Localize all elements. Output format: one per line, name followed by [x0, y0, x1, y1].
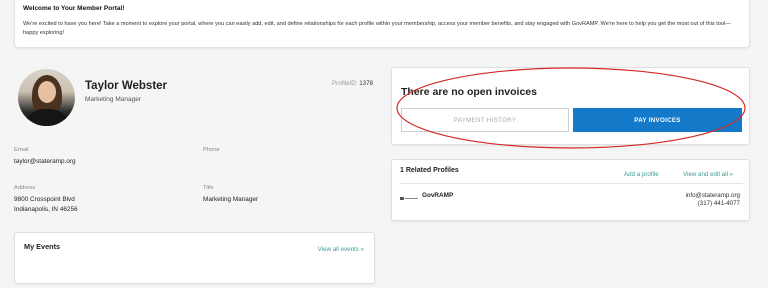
related-profiles-title: 1 Related Profiles — [400, 167, 459, 174]
events-card: My Events View all events » — [14, 232, 375, 284]
welcome-body: We're excited to have you here! Take a m… — [23, 21, 731, 36]
govramp-logo-icon — [400, 197, 418, 200]
profile-id-value: 1378 — [359, 80, 373, 87]
view-all-events-link[interactable]: View all events » — [318, 246, 364, 253]
invoices-title: There are no open invoices — [401, 86, 537, 98]
profile-name: Taylor Webster — [85, 80, 168, 92]
title-label: Title — [203, 185, 214, 191]
related-org-email: info@stateramp.org — [685, 192, 740, 199]
address-line2: Indianapolis, IN 46256 — [14, 206, 78, 213]
events-title: My Events — [24, 242, 61, 251]
email-value: taylor@stateramp.org — [14, 158, 76, 165]
related-org-phone: (317) 441-4077 — [697, 200, 740, 207]
pay-invoices-button[interactable]: PAY INVOICES — [573, 108, 742, 132]
related-org-name[interactable]: GovRAMP — [422, 192, 453, 199]
email-label: Email — [14, 147, 29, 153]
phone-label: Phone — [203, 147, 220, 153]
title-value: Marketing Manager — [203, 196, 259, 203]
avatar — [18, 69, 75, 126]
address-label: Address — [14, 185, 36, 191]
profile-role: Marketing Manager — [85, 96, 141, 103]
profile-id-label: ProfileID: — [332, 80, 358, 87]
view-edit-all-link[interactable]: View and edit all » — [683, 171, 733, 178]
add-profile-link[interactable]: Add a profile — [624, 171, 659, 178]
divider — [400, 183, 743, 184]
welcome-title: Welcome to Your Member Portal! — [23, 5, 125, 12]
related-profiles-card: 1 Related Profiles Add a profile View an… — [391, 159, 750, 221]
payment-history-button[interactable]: PAYMENT HISTORY — [401, 108, 569, 132]
welcome-banner: Welcome to Your Member Portal! We're exc… — [14, 0, 750, 48]
address-line1: 9800 Crosspoint Blvd — [14, 196, 75, 203]
invoices-card: There are no open invoices PAYMENT HISTO… — [391, 67, 750, 145]
profile-id: ProfileID: 1378 — [332, 80, 373, 87]
